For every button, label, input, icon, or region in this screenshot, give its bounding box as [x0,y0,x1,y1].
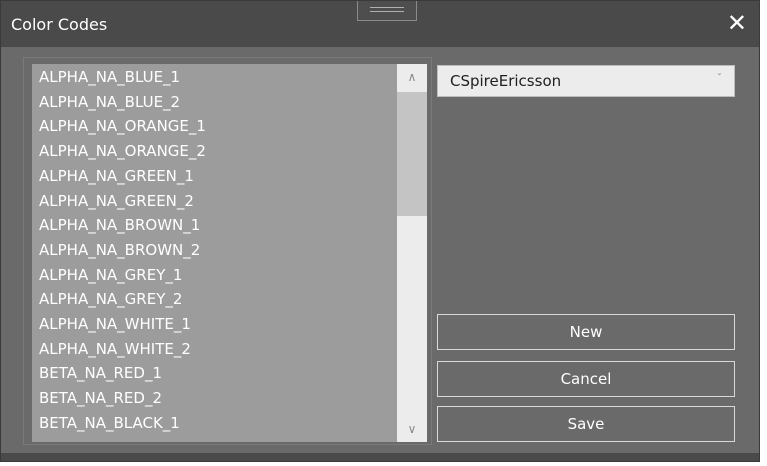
close-icon[interactable]: ✕ [727,11,747,35]
cancel-button[interactable]: Cancel [437,361,735,397]
list-scrollbar[interactable]: ∧ ∨ [397,64,427,442]
window-title: Color Codes [11,15,108,34]
scroll-down-icon[interactable]: ∨ [397,416,427,442]
title-bar[interactable]: Color Codes ✕ [1,1,759,47]
list-item[interactable]: ALPHA_NA_GREEN_2 [39,189,194,214]
list-item[interactable]: ALPHA_NA_ORANGE_1 [39,114,206,139]
list-item[interactable]: ALPHA_NA_WHITE_2 [39,337,191,362]
list-item[interactable]: ALPHA_NA_GREY_1 [39,263,182,288]
save-button[interactable]: Save [437,406,735,442]
color-code-list-frame: ALPHA_NA_BLUE_1 ALPHA_NA_BLUE_2 ALPHA_NA_O… [23,57,432,445]
list-item[interactable]: BETA_NA_RED_1 [39,361,162,386]
list-item[interactable]: ALPHA_NA_BROWN_1 [39,213,200,238]
list-item[interactable]: ALPHA_NA_GREY_2 [39,287,182,312]
color-codes-dialog: Color Codes ✕ ALPHA_NA_BLUE_1 ALPHA_NA_BL… [0,0,760,462]
list-item[interactable]: ALPHA_NA_BLUE_1 [39,65,180,90]
dropdown-selected-value: CSpireEricsson [450,72,562,90]
new-button[interactable]: New [437,314,735,350]
list-item[interactable]: ALPHA_NA_GREEN_1 [39,164,194,189]
list-item[interactable]: BETA_NA_RED_2 [39,386,162,411]
scrollbar-thumb[interactable] [397,92,427,216]
scroll-up-icon[interactable]: ∧ [397,64,427,90]
list-item[interactable]: ALPHA_NA_BLUE_2 [39,90,180,115]
chevron-down-icon[interactable]: ˇ [717,73,722,84]
list-item[interactable]: ALPHA_NA_ORANGE_2 [39,139,206,164]
list-item[interactable]: BETA_NA_BLACK_2 [39,436,180,443]
list-item[interactable]: ALPHA_NA_BROWN_2 [39,238,200,263]
drag-handle-icon[interactable] [357,1,417,21]
color-code-list[interactable]: ALPHA_NA_BLUE_1 ALPHA_NA_BLUE_2 ALPHA_NA_O… [32,64,397,442]
list-item[interactable]: ALPHA_NA_WHITE_1 [39,312,191,337]
list-item[interactable]: BETA_NA_BLACK_1 [39,411,180,436]
bottom-border [1,453,759,461]
provider-dropdown[interactable]: CSpireEricsson ˇ [437,65,735,97]
